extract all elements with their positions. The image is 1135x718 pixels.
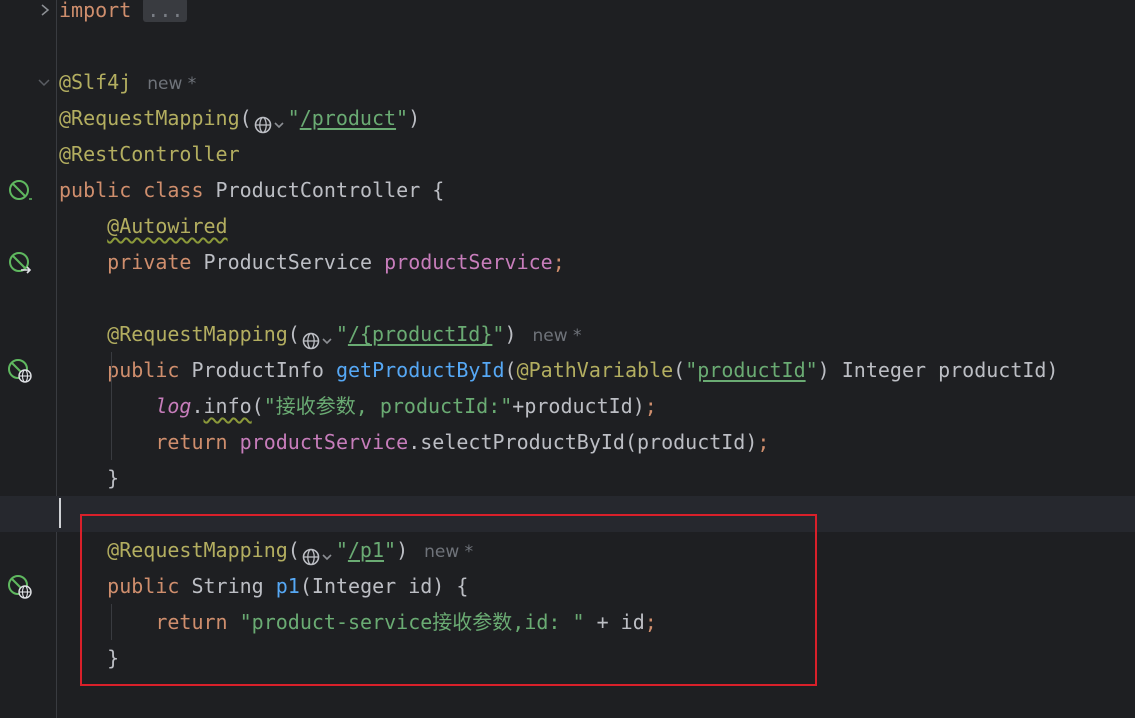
code-token: @Slf4j xyxy=(59,70,132,94)
code-token: ProductService xyxy=(203,250,385,274)
code-token: ; xyxy=(644,394,657,418)
code-token: ( xyxy=(504,358,517,382)
code-text: @Autowired xyxy=(59,208,228,244)
code-token: ) xyxy=(504,322,517,346)
no-bean-icon[interactable] xyxy=(7,178,33,204)
code-text: public class ProductController { xyxy=(59,172,444,208)
code-text: import ... xyxy=(59,0,188,28)
highlight-annotation-box xyxy=(80,514,817,686)
code-token: " xyxy=(492,322,505,346)
code-token: /product xyxy=(299,106,397,130)
code-line[interactable]: public class ProductController { xyxy=(0,172,1135,208)
code-token: ; xyxy=(552,250,565,274)
code-line[interactable]: public ProductInfo getProductById(@PathV… xyxy=(0,352,1135,388)
code-text: return productService.selectProductById(… xyxy=(59,424,769,460)
code-token: productId xyxy=(697,358,806,382)
code-token: ; xyxy=(757,430,770,454)
code-token: ProductController { xyxy=(215,178,445,202)
code-text: } xyxy=(59,460,119,496)
code-text: @RequestMapping( "/product") xyxy=(59,100,420,136)
code-line[interactable]: log.info("接收参数, productId:"+productId); xyxy=(0,388,1135,424)
code-line[interactable]: private ProductService productService; xyxy=(0,244,1135,280)
indent-guide xyxy=(111,352,112,460)
code-token: getProductById xyxy=(335,358,505,382)
code-token: @RequestMapping xyxy=(59,106,240,130)
code-token: " xyxy=(335,322,348,346)
code-token: /{productId} xyxy=(347,322,493,346)
code-token: " xyxy=(805,358,818,382)
code-token: public xyxy=(107,358,192,382)
code-token: log xyxy=(155,394,192,418)
code-token: info xyxy=(203,394,252,418)
code-text: public ProductInfo getProductById(@PathV… xyxy=(59,352,1058,388)
code-token: . xyxy=(191,394,204,418)
code-line[interactable]: @Autowired xyxy=(0,208,1135,244)
code-line[interactable]: return productService.selectProductById(… xyxy=(0,424,1135,460)
autowired-navigate-icon[interactable] xyxy=(7,250,33,276)
endpoint-web-icon[interactable] xyxy=(7,574,33,600)
code-token: @Autowired xyxy=(107,214,228,238)
folded-imports[interactable]: ... xyxy=(143,0,188,22)
code-text: @RestController xyxy=(59,136,240,172)
code-line[interactable]: @RestController xyxy=(0,136,1135,172)
code-editor[interactable]: import ... @Slf4j new * @RequestMapping("/p… xyxy=(0,0,1135,718)
code-token: " xyxy=(396,106,409,130)
code-token: productService xyxy=(384,250,553,274)
code-token: return xyxy=(155,430,240,454)
code-text: @Slf4j new * xyxy=(59,64,196,100)
url-icon[interactable] xyxy=(301,326,335,349)
code-token: ( xyxy=(251,394,264,418)
code-token: ( xyxy=(673,358,686,382)
code-token: +productId) xyxy=(512,394,645,418)
code-line[interactable] xyxy=(0,280,1135,316)
code-token: .selectProductById(productId) xyxy=(408,430,758,454)
code-token: " xyxy=(685,358,698,382)
text-caret xyxy=(59,498,61,528)
code-line[interactable]: @RequestMapping( "/product") xyxy=(0,100,1135,136)
url-icon[interactable] xyxy=(253,110,287,133)
code-text: @RequestMapping( "/{productId}") new * xyxy=(59,316,582,352)
code-line[interactable]: import ... xyxy=(0,0,1135,28)
code-token: ( xyxy=(287,322,300,346)
code-token: productService xyxy=(239,430,409,454)
code-token: @RestController xyxy=(59,142,240,166)
code-line[interactable]: @Slf4j new * xyxy=(0,64,1135,100)
code-token: @RequestMapping xyxy=(107,322,288,346)
code-token: private xyxy=(107,250,204,274)
code-token: ProductInfo xyxy=(191,358,336,382)
code-token: "接收参数, productId:" xyxy=(263,394,513,418)
code-token: ( xyxy=(239,106,252,130)
author-hint[interactable]: new * xyxy=(147,74,196,94)
code-token: import xyxy=(59,0,132,22)
code-token: @PathVariable xyxy=(516,358,674,382)
code-line[interactable] xyxy=(0,28,1135,64)
code-token: ) xyxy=(408,106,421,130)
code-token: ) Integer productId) xyxy=(817,358,1059,382)
code-token: " xyxy=(287,106,300,130)
code-token: public class xyxy=(59,178,216,202)
author-hint[interactable]: new * xyxy=(532,326,581,346)
code-token: } xyxy=(107,466,120,490)
endpoint-web-icon[interactable] xyxy=(7,358,33,384)
code-line[interactable]: } xyxy=(0,460,1135,496)
code-text: log.info("接收参数, productId:"+productId); xyxy=(59,388,657,424)
code-text: private ProductService productService; xyxy=(59,244,565,280)
code-line[interactable]: @RequestMapping( "/{productId}") new * xyxy=(0,316,1135,352)
